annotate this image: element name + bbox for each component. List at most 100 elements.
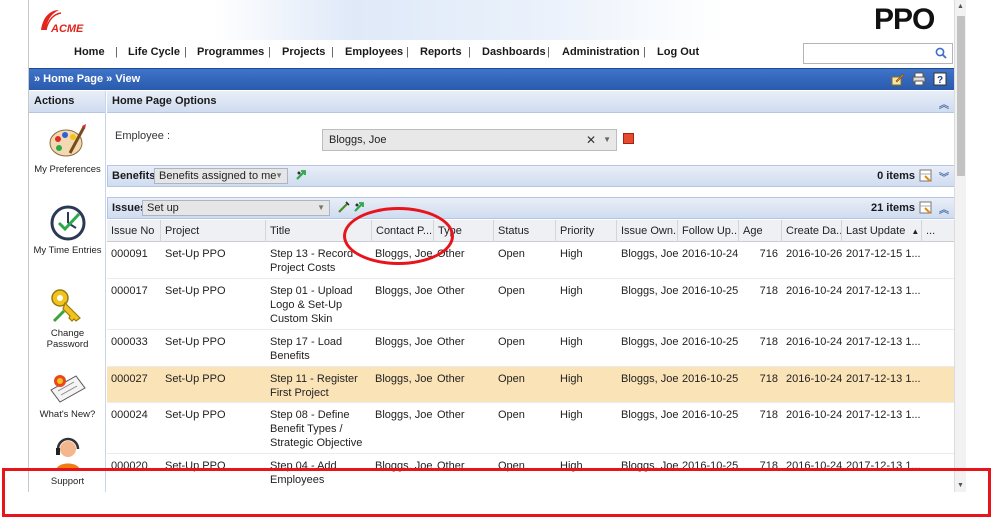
collapse-chevron-icon[interactable]: ︽ xyxy=(939,201,949,216)
nav-separator: | xyxy=(331,46,334,58)
column-header-status[interactable]: Status xyxy=(494,220,556,242)
employee-label: Employee : xyxy=(115,130,171,142)
scroll-up-arrow-icon[interactable]: ▲ xyxy=(957,3,964,10)
cell-title[interactable]: Step 01 - Upload Logo & Set-Up Custom Sk… xyxy=(270,284,366,326)
column-header-follow-up[interactable]: Follow Up... xyxy=(678,220,739,242)
cell-priority: High xyxy=(560,285,583,297)
actions-panel: Actions My Preferences My Time Entries C… xyxy=(29,91,106,492)
sort-ascending-icon: ▲ xyxy=(911,227,920,236)
nav-home[interactable]: Home xyxy=(74,46,105,58)
cell-project[interactable]: Set-Up PPO xyxy=(165,284,226,298)
column-header-issue-owner[interactable]: Issue Own... xyxy=(617,220,678,242)
cell-owner: Bloggs, Joe xyxy=(621,373,679,385)
cell-issue-no[interactable]: 000017 xyxy=(111,284,148,298)
actions-title: Actions xyxy=(29,91,105,113)
benefits-count: 0 items xyxy=(877,170,915,182)
cell-follow-up: 2016-10-25 xyxy=(682,373,739,385)
cell-follow-up: 2016-10-24 xyxy=(682,248,739,260)
nav-employees[interactable]: Employees xyxy=(345,46,403,58)
cell-age: 716 xyxy=(759,248,778,260)
vertical-scrollbar[interactable]: ▲ ▼ xyxy=(954,0,966,492)
table-options-icon[interactable] xyxy=(919,201,932,214)
cell-title[interactable]: Step 17 - Load Benefits xyxy=(270,335,366,363)
action-whats-new[interactable]: What's New? xyxy=(29,368,106,420)
table-row[interactable]: 000033 Set-Up PPO Step 17 - Load Benefit… xyxy=(107,330,955,367)
table-row[interactable]: 000024 Set-Up PPO Step 08 - Define Benef… xyxy=(107,403,955,454)
collapse-chevron-icon[interactable]: ︽ xyxy=(939,96,949,111)
table-row[interactable]: 000091 Set-Up PPO Step 13 - Record Proje… xyxy=(107,242,955,279)
cell-last-update: 2017-12-13 1... xyxy=(846,373,921,385)
dropdown-arrow-icon[interactable]: ▼ xyxy=(603,135,611,144)
column-header-create-date[interactable]: Create Da... xyxy=(782,220,842,242)
clock-icon xyxy=(50,205,85,241)
cell-issue-no[interactable]: 000027 xyxy=(111,372,148,386)
edit-page-icon[interactable] xyxy=(891,72,905,86)
cell-title[interactable]: Step 08 - Define Benefit Types / Strateg… xyxy=(270,408,366,450)
table-row[interactable]: 000017 Set-Up PPO Step 01 - Upload Logo … xyxy=(107,279,955,330)
column-header-more[interactable]: ... xyxy=(922,220,955,242)
column-header-age[interactable]: Age xyxy=(739,220,782,242)
cell-last-update: 2017-12-13 1... xyxy=(846,336,921,348)
cell-create-date: 2016-10-26 xyxy=(786,248,843,260)
cell-owner: Bloggs, Joe xyxy=(621,285,679,297)
cell-owner: Bloggs, Joe xyxy=(621,248,679,260)
cell-project[interactable]: Set-Up PPO xyxy=(165,372,226,386)
nav-programmes[interactable]: Programmes xyxy=(197,46,264,58)
ppo-logo[interactable]: PPO xyxy=(874,3,949,35)
employee-select-value: Bloggs, Joe xyxy=(329,134,387,146)
action-change-password[interactable]: Change Password xyxy=(29,287,106,350)
cell-priority: High xyxy=(560,373,583,385)
employee-select[interactable]: Bloggs, Joe ✕ ▼ xyxy=(322,129,617,151)
column-header-issue-no[interactable]: Issue No xyxy=(107,220,161,242)
acme-logo[interactable]: ACME xyxy=(37,6,97,36)
cell-status: Open xyxy=(498,409,525,421)
cell-issue-no[interactable]: 000091 xyxy=(111,247,148,261)
cell-issue-no[interactable]: 000033 xyxy=(111,335,148,349)
cell-project[interactable]: Set-Up PPO xyxy=(165,247,226,261)
edit-filter-icon[interactable] xyxy=(337,201,350,214)
table-options-icon[interactable] xyxy=(919,169,932,182)
nav-separator: | xyxy=(268,46,271,58)
nav-reports[interactable]: Reports xyxy=(420,46,462,58)
breadcrumb-tools: ? xyxy=(891,72,947,86)
action-my-time-entries[interactable]: My Time Entries xyxy=(29,204,106,256)
scrollbar-thumb[interactable] xyxy=(957,16,965,176)
nav-life-cycle[interactable]: Life Cycle xyxy=(128,46,180,58)
table-row[interactable]: 000027 Set-Up PPO Step 11 - Register Fir… xyxy=(107,367,955,403)
home-page-options-header[interactable]: Home Page Options ︽ xyxy=(107,91,955,113)
print-icon[interactable] xyxy=(912,72,926,86)
issues-table-body: 000091 Set-Up PPO Step 13 - Record Proje… xyxy=(107,242,955,492)
action-my-preferences[interactable]: My Preferences xyxy=(29,123,106,175)
issues-count: 21 items xyxy=(870,202,915,214)
nav-administration[interactable]: Administration xyxy=(562,46,640,58)
column-header-last-update[interactable]: Last Update ▲ xyxy=(842,220,922,242)
column-header-priority[interactable]: Priority xyxy=(556,220,617,242)
breadcrumb[interactable]: » Home Page » View xyxy=(34,73,140,85)
search-icon[interactable] xyxy=(935,47,947,59)
issues-filter-value: Set up xyxy=(147,202,179,214)
cell-last-update: 2017-12-13 1... xyxy=(846,285,921,297)
cell-issue-no[interactable]: 000024 xyxy=(111,408,148,422)
add-link-icon[interactable] xyxy=(295,169,308,182)
issues-table-header: Issue No Project Title Contact P... Type… xyxy=(107,220,955,242)
employee-action-button[interactable] xyxy=(623,133,634,144)
benefits-filter-select[interactable]: Benefits assigned to me ▼ xyxy=(154,168,288,184)
nav-separator: | xyxy=(547,46,550,58)
nav-log-out[interactable]: Log Out xyxy=(657,46,699,58)
expand-chevron-icon[interactable]: ︾ xyxy=(939,169,949,184)
breadcrumb-bar: » Home Page » View ? xyxy=(29,68,955,90)
cell-project[interactable]: Set-Up PPO xyxy=(165,335,226,349)
column-header-project[interactable]: Project xyxy=(161,220,266,242)
issues-filter-select[interactable]: Set up ▼ xyxy=(142,200,330,216)
nav-dashboards[interactable]: Dashboards xyxy=(482,46,546,58)
search-input[interactable] xyxy=(804,44,929,63)
cell-type: Other xyxy=(437,409,465,421)
help-icon[interactable]: ? xyxy=(933,72,947,86)
clear-icon[interactable]: ✕ xyxy=(586,133,596,147)
nav-projects[interactable]: Projects xyxy=(282,46,325,58)
cell-create-date: 2016-10-24 xyxy=(786,373,843,385)
cell-project[interactable]: Set-Up PPO xyxy=(165,408,226,422)
cell-follow-up: 2016-10-25 xyxy=(682,409,739,421)
cell-create-date: 2016-10-24 xyxy=(786,336,843,348)
cell-title[interactable]: Step 11 - Register First Project xyxy=(270,372,366,400)
